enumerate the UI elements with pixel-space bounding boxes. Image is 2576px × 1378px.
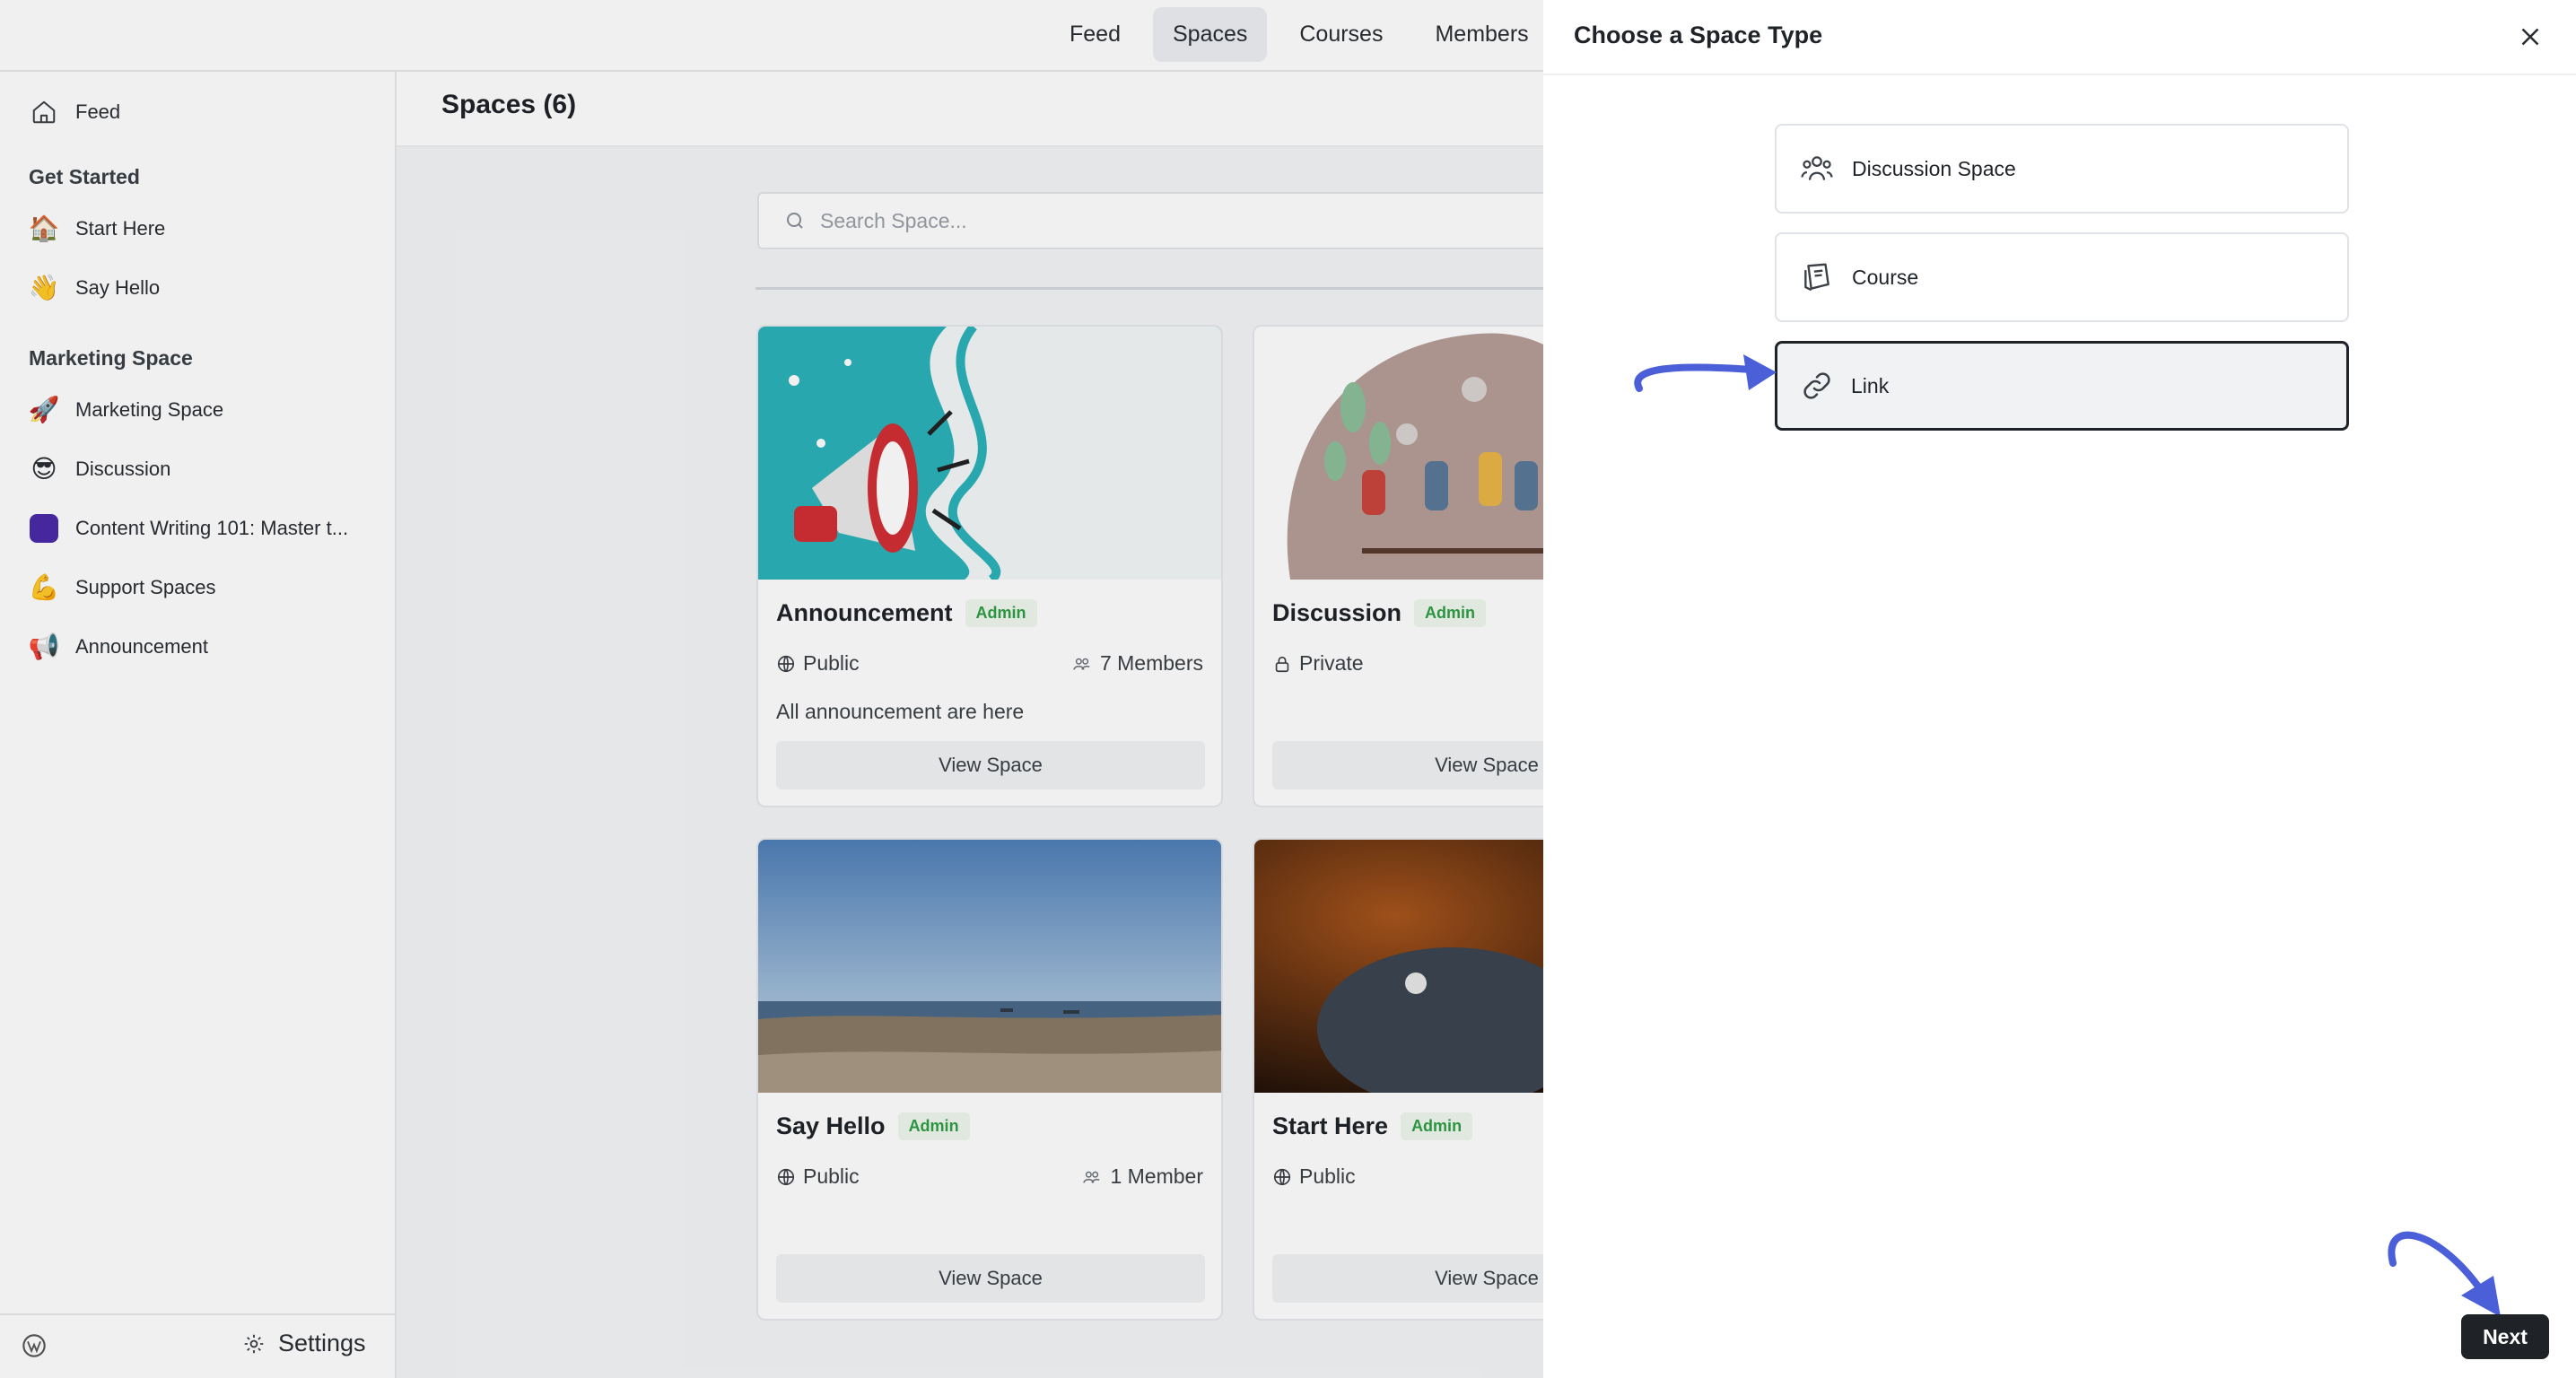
panel-title: Choose a Space Type xyxy=(1574,22,1823,48)
people-icon xyxy=(1800,152,1834,186)
option-link[interactable]: Link xyxy=(1775,341,2349,431)
modal-backdrop[interactable] xyxy=(0,0,1543,1378)
option-label: Course xyxy=(1852,265,1919,289)
option-label: Link xyxy=(1851,373,1890,397)
choose-space-type-panel: Choose a Space Type Discussion Space Cou… xyxy=(1543,0,2576,1378)
option-discussion-space[interactable]: Discussion Space xyxy=(1775,124,2349,214)
pointer-arrow-icon xyxy=(1634,354,1777,392)
option-course[interactable]: Course xyxy=(1775,232,2349,322)
link-icon xyxy=(1801,370,1833,402)
next-button[interactable]: Next xyxy=(2461,1314,2549,1359)
pointer-arrow-icon xyxy=(2388,1231,2501,1317)
course-icon xyxy=(1800,260,1834,294)
close-button[interactable] xyxy=(2515,22,2545,52)
close-icon xyxy=(2521,28,2539,46)
option-label: Discussion Space xyxy=(1852,156,2016,180)
panel-header: Choose a Space Type xyxy=(1543,0,2576,75)
